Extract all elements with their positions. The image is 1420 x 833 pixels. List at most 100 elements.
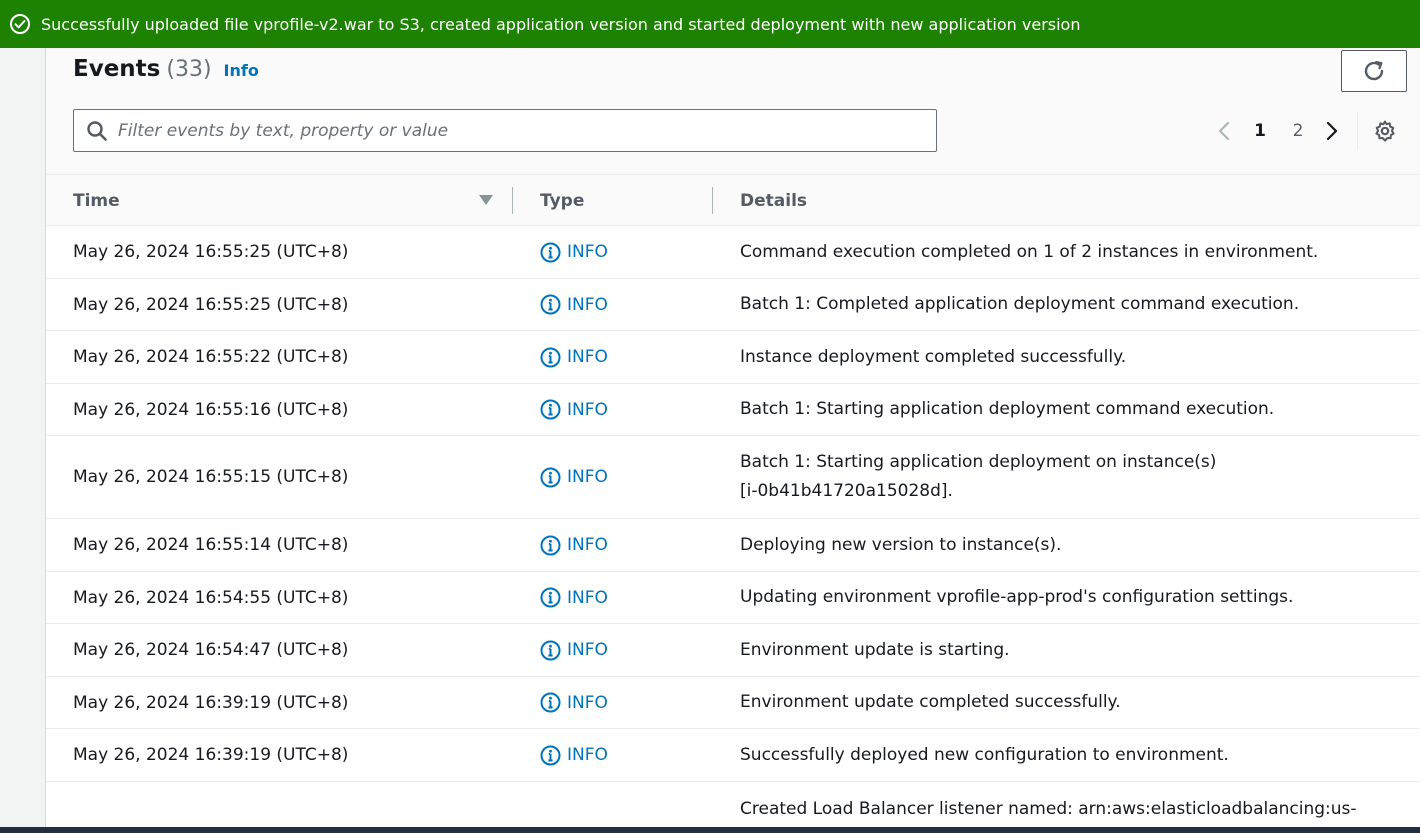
info-circle-icon xyxy=(540,587,561,608)
table-row: May 26, 2024 16:39:19 (UTC+8) INFO Envir… xyxy=(46,677,1420,729)
table-row: May 26, 2024 16:39:19 (UTC+8) INFO Succe… xyxy=(46,729,1420,782)
event-details: Successfully deployed new configuration … xyxy=(740,744,1229,765)
event-type xyxy=(540,782,710,829)
column-divider[interactable] xyxy=(712,187,713,214)
event-type: INFO xyxy=(540,331,710,383)
event-time: May 26, 2024 16:55:25 (UTC+8) xyxy=(73,242,349,262)
pagination-divider xyxy=(1357,112,1358,150)
previous-page-button[interactable] xyxy=(1211,120,1237,142)
column-header-time-label: Time xyxy=(73,191,120,211)
info-circle-icon xyxy=(540,745,561,765)
event-type: INFO xyxy=(540,279,710,330)
column-header-details[interactable]: Details xyxy=(740,175,1340,227)
event-time xyxy=(73,782,513,829)
preferences-button[interactable] xyxy=(1370,119,1400,143)
events-header: Events (33) Info 1 2 xyxy=(46,48,1420,174)
chevron-right-icon xyxy=(1326,121,1338,141)
left-navigation-rail xyxy=(0,48,46,833)
table-row: May 26, 2024 16:55:25 (UTC+8) INFO Comma… xyxy=(46,226,1420,279)
refresh-button[interactable] xyxy=(1341,50,1407,92)
event-details: Environment update is starting. xyxy=(740,639,1010,660)
event-time: May 26, 2024 16:55:16 (UTC+8) xyxy=(73,399,349,420)
event-time: May 26, 2024 16:55:22 (UTC+8) xyxy=(73,347,349,367)
event-details: Deploying new version to instance(s). xyxy=(740,534,1062,555)
info-circle-icon xyxy=(540,535,561,555)
table-row: May 26, 2024 16:55:22 (UTC+8) INFO Insta… xyxy=(46,331,1420,384)
bottom-taskbar xyxy=(0,827,1420,833)
event-details: Batch 1: Completed application deploymen… xyxy=(740,294,1300,314)
event-details: Created Load Balancer listener named: ar… xyxy=(740,799,1357,819)
events-title-row: Events (33) Info xyxy=(73,56,259,82)
event-type-label: INFO xyxy=(567,294,608,315)
column-header-type[interactable]: Type xyxy=(540,175,710,227)
search-icon xyxy=(87,120,107,141)
page-title: Events xyxy=(73,56,161,82)
event-time: May 26, 2024 16:54:55 (UTC+8) xyxy=(73,587,349,608)
table-row: May 26, 2024 16:54:55 (UTC+8) INFO Updat… xyxy=(46,572,1420,624)
event-details: Batch 1: Starting application deployment… xyxy=(740,452,1217,501)
event-type: INFO xyxy=(540,384,710,435)
event-time: May 26, 2024 16:55:14 (UTC+8) xyxy=(73,535,349,555)
event-type-label: INFO xyxy=(567,745,608,765)
table-row: May 26, 2024 16:55:25 (UTC+8) INFO Batch… xyxy=(46,279,1420,331)
page-2-button[interactable]: 2 xyxy=(1281,121,1315,141)
events-search-field[interactable] xyxy=(73,109,937,152)
event-type: INFO xyxy=(540,572,710,623)
info-link[interactable]: Info xyxy=(224,61,259,80)
event-time: May 26, 2024 16:39:19 (UTC+8) xyxy=(73,745,349,765)
event-time: May 26, 2024 16:55:25 (UTC+8) xyxy=(73,294,349,315)
event-type: INFO xyxy=(540,226,710,278)
info-circle-icon xyxy=(540,242,561,262)
event-time: May 26, 2024 16:54:47 (UTC+8) xyxy=(73,640,349,660)
event-details: Instance deployment completed successful… xyxy=(740,346,1127,367)
event-type: INFO xyxy=(540,624,710,676)
event-type-label: INFO xyxy=(567,399,608,420)
column-header-type-label: Type xyxy=(540,191,585,211)
events-panel: Events (33) Info 1 2 Tim xyxy=(46,48,1420,829)
flashbar-message: Successfully uploaded file vprofile-v2.w… xyxy=(41,14,1081,34)
info-circle-icon xyxy=(540,347,561,367)
event-details: Updating environment vprofile-app-prod's… xyxy=(740,587,1294,607)
table-row: May 26, 2024 16:55:16 (UTC+8) INFO Batch… xyxy=(46,384,1420,436)
column-divider[interactable] xyxy=(512,187,513,214)
event-type-label: INFO xyxy=(567,347,608,367)
next-page-button[interactable] xyxy=(1319,120,1345,142)
event-type-label: INFO xyxy=(567,535,608,555)
event-details: Batch 1: Starting application deployment… xyxy=(740,399,1275,419)
table-row: May 26, 2024 16:55:15 (UTC+8) INFO Batch… xyxy=(46,436,1420,519)
search-input[interactable] xyxy=(118,120,936,141)
table-row: May 26, 2024 16:55:14 (UTC+8) INFO Deplo… xyxy=(46,519,1420,572)
column-header-time[interactable]: Time xyxy=(73,175,513,227)
event-time: May 26, 2024 16:39:19 (UTC+8) xyxy=(73,692,349,713)
event-details: Command execution completed on 1 of 2 in… xyxy=(740,241,1319,262)
event-type: INFO xyxy=(540,677,710,728)
event-type: INFO xyxy=(540,729,710,781)
page-1-button[interactable]: 1 xyxy=(1243,121,1277,141)
info-circle-icon xyxy=(540,640,561,660)
success-flashbar: Successfully uploaded file vprofile-v2.w… xyxy=(0,0,1420,48)
event-type-label: INFO xyxy=(567,692,608,713)
event-type-label: INFO xyxy=(567,587,608,608)
chevron-left-icon xyxy=(1218,121,1230,141)
event-type-label: INFO xyxy=(567,640,608,660)
events-count: (33) xyxy=(166,57,212,82)
event-time: May 26, 2024 16:55:15 (UTC+8) xyxy=(73,467,349,487)
event-type: INFO xyxy=(540,436,710,518)
refresh-icon xyxy=(1364,61,1384,81)
caret-down-icon[interactable] xyxy=(479,195,493,205)
info-circle-icon xyxy=(540,692,561,713)
column-header-details-label: Details xyxy=(740,191,808,211)
info-circle-icon xyxy=(540,399,561,420)
table-header: Time Type Details xyxy=(46,174,1420,226)
event-type: INFO xyxy=(540,519,710,571)
event-type-label: INFO xyxy=(567,242,608,262)
table-row: Created Load Balancer listener named: ar… xyxy=(46,782,1420,829)
gear-icon xyxy=(1375,120,1395,142)
info-circle-icon xyxy=(540,294,561,315)
pagination: 1 2 xyxy=(1211,112,1400,150)
events-table-body: May 26, 2024 16:55:25 (UTC+8) INFO Comma… xyxy=(46,226,1420,829)
check-circle-icon xyxy=(9,13,31,35)
info-circle-icon xyxy=(540,467,561,487)
table-row: May 26, 2024 16:54:47 (UTC+8) INFO Envir… xyxy=(46,624,1420,677)
event-type-label: INFO xyxy=(567,467,608,487)
